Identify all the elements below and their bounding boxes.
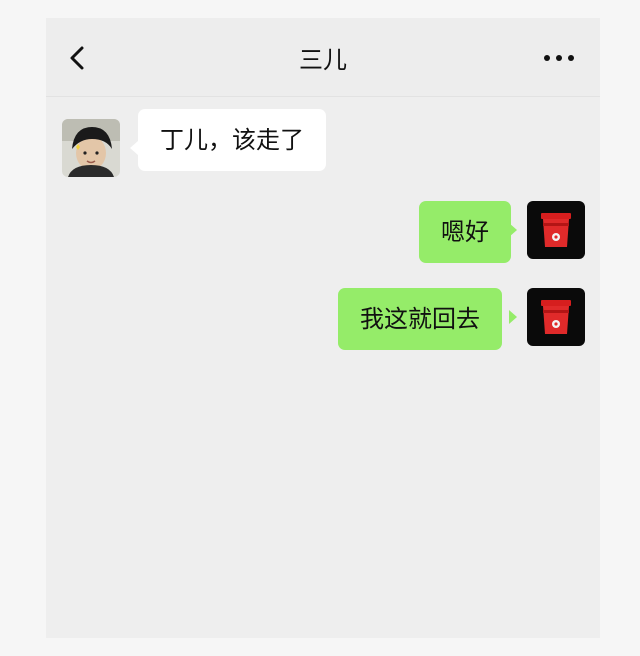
message-bubble-incoming[interactable]: 丁儿，该走了 bbox=[138, 109, 326, 171]
user-avatar[interactable] bbox=[527, 288, 585, 346]
chat-header: 三儿 bbox=[46, 18, 600, 97]
message-bubble-outgoing[interactable]: 我这就回去 bbox=[338, 288, 502, 350]
bubble-tail bbox=[509, 223, 517, 237]
bubble-tail bbox=[130, 141, 138, 155]
red-cup-avatar-icon bbox=[527, 288, 585, 346]
bubble-tail bbox=[509, 310, 517, 324]
chat-title: 三儿 bbox=[299, 46, 347, 74]
user-avatar[interactable] bbox=[527, 201, 585, 259]
boy-photo-avatar-icon bbox=[62, 119, 120, 177]
more-button[interactable] bbox=[542, 48, 576, 68]
red-cup-avatar-icon bbox=[527, 201, 585, 259]
contact-avatar[interactable] bbox=[62, 119, 120, 177]
chat-window: 三儿 丁儿，该走了 嗯好 我这就回去 bbox=[46, 18, 600, 638]
message-bubble-outgoing[interactable]: 嗯好 bbox=[419, 201, 511, 263]
more-dots-icon bbox=[544, 55, 574, 61]
